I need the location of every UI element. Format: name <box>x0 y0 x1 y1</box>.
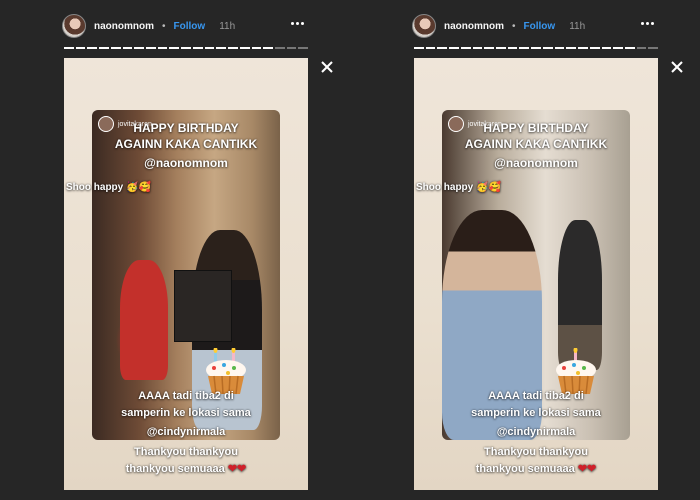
mention-top[interactable]: @naonomnom <box>414 156 658 170</box>
mention-bottom[interactable]: @cindynirmala <box>64 426 308 438</box>
post-time: 11h <box>219 20 236 32</box>
story-card[interactable]: jovitakaren HAPPY BIRTHDAY AGAINN KAKA C… <box>64 58 308 490</box>
story-viewer-left: naonomnom • Follow 11h jovitakaren HAPPY… <box>0 0 350 500</box>
progress-segment <box>169 47 180 49</box>
progress-segment <box>64 47 74 49</box>
progress-segment <box>99 47 109 49</box>
caption-thanks-text: thankyou semuaaa <box>475 463 575 475</box>
progress-segment <box>601 47 612 49</box>
close-icon[interactable] <box>318 58 336 76</box>
caption-body: AAAA tadi tiba2 di samperin ke lokasi sa… <box>414 388 658 422</box>
progress-segment <box>414 47 424 49</box>
caption-body: AAAA tadi tiba2 di samperin ke lokasi sa… <box>64 388 308 422</box>
caption-thanks-line-2: thankyou semuaaa ❤❤ <box>64 461 308 478</box>
close-icon[interactable] <box>668 58 686 76</box>
caption-thanks: Thankyou thankyou thankyou semuaaa ❤❤ <box>414 444 658 478</box>
progress-segment <box>263 47 273 49</box>
progress-segment <box>531 47 541 49</box>
story-viewer-right: naonomnom • Follow 11h jovitakaren HAPPY… <box>350 0 700 500</box>
story-header: naonomnom • Follow 11h <box>62 12 235 40</box>
progress-segment <box>624 47 635 49</box>
person-red-shirt <box>120 260 168 380</box>
caption-title-line: AGAINN KAKA CANTIKK <box>464 137 608 151</box>
progress-segment <box>496 47 506 49</box>
story-header: naonomnom • Follow 11h <box>412 12 585 40</box>
caption-thanks-line-2: thankyou semuaaa ❤❤ <box>414 461 658 478</box>
progress-segment <box>75 47 86 49</box>
progress-segment <box>157 47 168 49</box>
progress-segment <box>216 47 227 49</box>
shoo-happy-text: Shoo happy 🥳🥰 <box>66 182 151 193</box>
party-emoji: 🥳🥰 <box>126 182 151 193</box>
progress-segment <box>484 47 495 49</box>
progress-segment <box>589 47 600 49</box>
progress-segment <box>613 47 623 49</box>
progress-segment <box>110 47 121 49</box>
progress-segment <box>239 47 250 49</box>
story-progress-bar <box>414 47 659 49</box>
progress-segment <box>192 47 203 49</box>
progress-segment <box>449 47 459 49</box>
progress-segment <box>507 47 518 49</box>
follow-button[interactable]: Follow <box>524 21 556 32</box>
avatar[interactable] <box>62 14 86 38</box>
progress-segment <box>437 47 448 49</box>
caption-title: HAPPY BIRTHDAY AGAINN KAKA CANTIKK <box>414 120 658 152</box>
follow-button[interactable]: Follow <box>174 21 206 32</box>
mention-top[interactable]: @naonomnom <box>64 156 308 170</box>
shoo-text: Shoo happy <box>416 182 474 193</box>
progress-segment <box>578 47 588 49</box>
progress-segment <box>648 47 659 49</box>
progress-segment <box>228 47 238 49</box>
more-horizontal-icon[interactable] <box>638 14 656 32</box>
caption-body-line: AAAA tadi tiba2 di <box>488 390 584 402</box>
progress-segment <box>298 47 309 49</box>
caption-body-line: samperin ke lokasi sama <box>471 407 601 419</box>
progress-segment <box>122 47 133 49</box>
heart-emoji: ❤❤ <box>227 463 247 475</box>
username[interactable]: naonomnom <box>94 21 154 32</box>
story-progress-bar <box>64 47 309 49</box>
caption-thanks-line: Thankyou thankyou <box>134 446 238 458</box>
progress-segment <box>87 47 98 49</box>
caption-title: HAPPY BIRTHDAY AGAINN KAKA CANTIKK <box>64 120 308 152</box>
more-horizontal-icon[interactable] <box>288 14 306 32</box>
caption-title-line: AGAINN KAKA CANTIKK <box>114 137 258 151</box>
progress-segment <box>460 47 471 49</box>
mention-bottom[interactable]: @cindynirmala <box>414 426 658 438</box>
story-card[interactable]: jovitakaren HAPPY BIRTHDAY AGAINN KAKA C… <box>414 58 658 490</box>
progress-segment <box>542 47 553 49</box>
shoo-happy-text: Shoo happy 🥳🥰 <box>416 182 501 193</box>
separator-dot: • <box>512 20 516 32</box>
progress-segment <box>274 47 285 49</box>
caption-thanks-text: thankyou semuaaa <box>125 463 225 475</box>
avatar[interactable] <box>412 14 436 38</box>
progress-segment <box>425 47 436 49</box>
progress-segment <box>636 47 647 49</box>
progress-segment <box>146 47 156 49</box>
caption-thanks: Thankyou thankyou thankyou semuaaa ❤❤ <box>64 444 308 478</box>
party-emoji: 🥳🥰 <box>476 182 501 193</box>
progress-segment <box>472 47 483 49</box>
separator-dot: • <box>162 20 166 32</box>
progress-segment <box>251 47 262 49</box>
username[interactable]: naonomnom <box>444 21 504 32</box>
heart-emoji: ❤❤ <box>577 463 597 475</box>
shoo-text: Shoo happy <box>66 182 124 193</box>
cake-box <box>174 270 232 342</box>
caption-title-line: HAPPY BIRTHDAY <box>483 121 589 135</box>
progress-segment <box>554 47 565 49</box>
caption-title-line: HAPPY BIRTHDAY <box>133 121 239 135</box>
caption-body-line: AAAA tadi tiba2 di <box>138 390 234 402</box>
caption-thanks-line: Thankyou thankyou <box>484 446 588 458</box>
post-time: 11h <box>569 20 586 32</box>
progress-segment <box>519 47 530 49</box>
progress-segment <box>134 47 145 49</box>
progress-segment <box>204 47 215 49</box>
progress-segment <box>566 47 577 49</box>
progress-segment <box>286 47 297 49</box>
progress-segment <box>181 47 191 49</box>
caption-body-line: samperin ke lokasi sama <box>121 407 251 419</box>
